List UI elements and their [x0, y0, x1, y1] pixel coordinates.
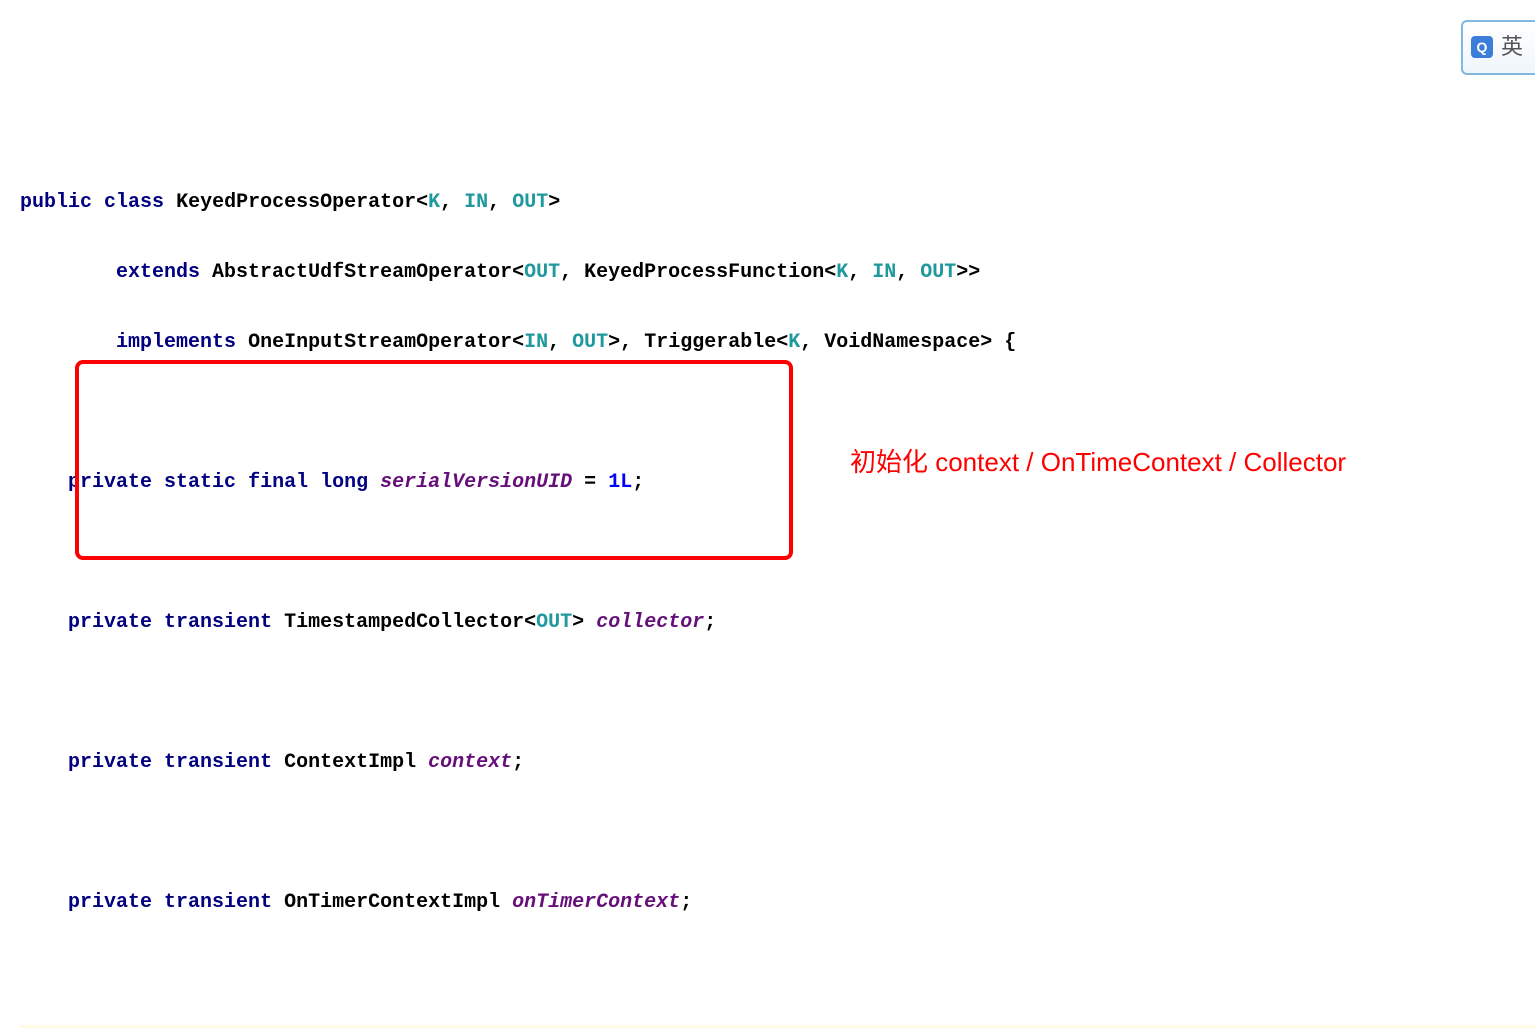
- class-name: KeyedProcessFunction: [584, 261, 824, 284]
- generic-param: OUT: [572, 331, 608, 354]
- code-line: [20, 535, 1535, 570]
- keyword-class: class: [104, 191, 164, 214]
- keyword-transient: transient: [164, 891, 272, 914]
- class-name: OnTimerContextImpl: [284, 891, 500, 914]
- code-line: implements OneInputStreamOperator<IN, OU…: [20, 325, 1535, 360]
- class-name: KeyedProcessOperator: [176, 191, 416, 214]
- generic-param: K: [836, 261, 848, 284]
- generic-param: K: [788, 331, 800, 354]
- generic-param: IN: [524, 331, 548, 354]
- field-name: context: [428, 751, 512, 774]
- keyword-private: private: [68, 611, 152, 634]
- code-line: public class KeyedProcessOperator<K, IN,…: [20, 185, 1535, 220]
- generic-param: IN: [464, 191, 488, 214]
- keyword-private: private: [68, 751, 152, 774]
- number-literal: 1L: [608, 471, 632, 494]
- generic-param: IN: [872, 261, 896, 284]
- class-name: Triggerable: [644, 331, 776, 354]
- keyword-static: static: [164, 471, 236, 494]
- generic-param: OUT: [512, 191, 548, 214]
- generic-param: OUT: [920, 261, 956, 284]
- keyword-public: public: [20, 191, 92, 214]
- class-name: TimestampedCollector: [284, 611, 524, 634]
- keyword-implements: implements: [116, 331, 236, 354]
- code-line: extends AbstractUdfStreamOperator<OUT, K…: [20, 255, 1535, 290]
- code-line: private transient TimestampedCollector<O…: [20, 605, 1535, 640]
- code-editor[interactable]: public class KeyedProcessOperator<K, IN,…: [20, 150, 1535, 1028]
- keyword-transient: transient: [164, 611, 272, 634]
- code-line: private transient OnTimerContextImpl onT…: [20, 885, 1535, 920]
- keyword-private: private: [68, 891, 152, 914]
- keyword-private: private: [68, 471, 152, 494]
- class-name: VoidNamespace: [824, 331, 980, 354]
- ime-label: 英: [1501, 28, 1523, 67]
- class-name: AbstractUdfStreamOperator: [212, 261, 512, 284]
- generic-param: OUT: [524, 261, 560, 284]
- field-name: collector: [596, 611, 704, 634]
- code-line: [20, 395, 1535, 430]
- ime-icon: Q: [1471, 36, 1493, 58]
- code-line-highlighted: public KeyedProcessOperator(KeyedProcess…: [20, 1025, 1535, 1028]
- keyword-final: final: [248, 471, 308, 494]
- generic-param: OUT: [536, 611, 572, 634]
- code-line: [20, 815, 1535, 850]
- class-name: ContextImpl: [284, 751, 416, 774]
- code-line: private transient ContextImpl context;: [20, 745, 1535, 780]
- keyword-transient: transient: [164, 751, 272, 774]
- field-name: onTimerContext: [512, 891, 680, 914]
- field-name: serialVersionUID: [380, 471, 572, 494]
- highlight-box: [75, 360, 793, 560]
- keyword-long: long: [320, 471, 368, 494]
- keyword-extends: extends: [116, 261, 200, 284]
- generic-param: K: [428, 191, 440, 214]
- ime-indicator[interactable]: Q 英: [1461, 20, 1535, 75]
- code-line: [20, 955, 1535, 990]
- class-name: OneInputStreamOperator: [248, 331, 512, 354]
- code-line: [20, 675, 1535, 710]
- annotation-text: 初始化 context / OnTimeContext / Collector: [850, 440, 1346, 486]
